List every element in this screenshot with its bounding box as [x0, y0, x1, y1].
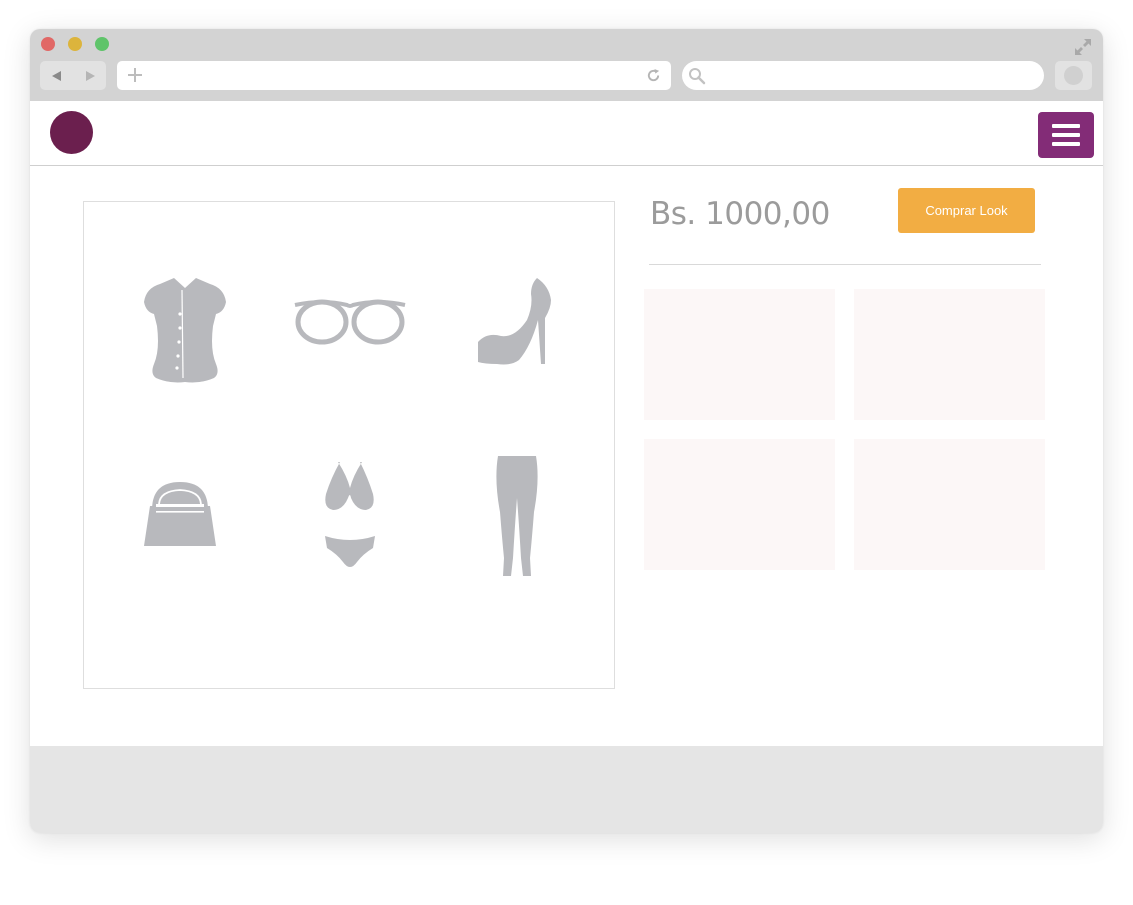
new-tab-icon[interactable] [127, 67, 143, 83]
forward-button[interactable] [73, 61, 106, 90]
glasses-icon[interactable] [293, 297, 407, 347]
site-header [30, 101, 1103, 166]
product-thumbnail[interactable] [854, 439, 1045, 570]
high-heel-icon[interactable] [475, 276, 555, 368]
fullscreen-icon[interactable] [1073, 37, 1093, 57]
leggings-icon[interactable] [494, 454, 540, 578]
hamburger-icon-bar [1052, 142, 1080, 146]
menu-button[interactable] [1038, 112, 1094, 158]
extension-icon [1064, 66, 1083, 85]
search-icon [689, 68, 706, 85]
buy-look-button[interactable]: Comprar Look [898, 188, 1035, 233]
address-bar[interactable] [117, 61, 671, 90]
search-bar[interactable] [682, 61, 1044, 90]
extension-button[interactable] [1055, 61, 1092, 90]
browser-toolbar [30, 29, 1103, 101]
hamburger-icon-bar [1052, 133, 1080, 137]
minimize-window-button[interactable] [68, 37, 82, 51]
look-composition [83, 201, 615, 689]
look-price: Bs. 1000,00 [650, 196, 830, 232]
site-footer [30, 746, 1103, 833]
close-window-button[interactable] [41, 37, 55, 51]
reload-icon[interactable] [646, 68, 661, 83]
bikini-icon[interactable] [323, 460, 377, 572]
back-arrow-icon [51, 70, 61, 81]
blouse-icon[interactable] [140, 278, 230, 384]
forward-arrow-icon [85, 70, 95, 81]
history-nav-group [40, 61, 106, 90]
zoom-window-button[interactable] [95, 37, 109, 51]
browser-window: Bs. 1000,00 Comprar Look [30, 29, 1103, 833]
product-thumbnail[interactable] [644, 439, 835, 570]
site-logo[interactable] [50, 111, 93, 154]
divider [649, 264, 1041, 265]
product-thumbnail[interactable] [644, 289, 835, 420]
handbag-icon[interactable] [144, 480, 216, 548]
product-thumbnail[interactable] [854, 289, 1045, 420]
back-button[interactable] [40, 61, 73, 90]
hamburger-icon [1052, 124, 1080, 128]
